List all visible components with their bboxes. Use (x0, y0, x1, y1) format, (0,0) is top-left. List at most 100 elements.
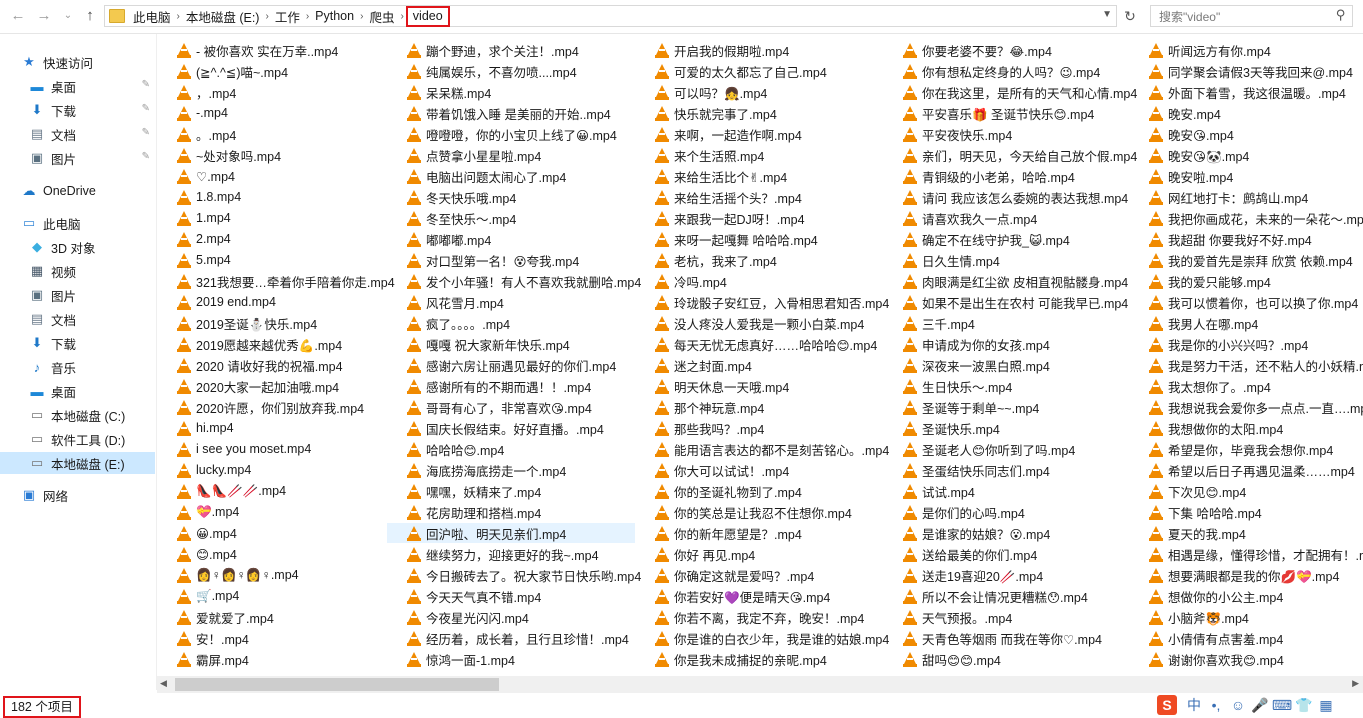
emoji-icon[interactable]: ☺ (1227, 697, 1249, 713)
file-item[interactable]: ♡.mp4 (157, 166, 387, 186)
file-item[interactable]: 惊鸿一面-1.mp4 (387, 649, 635, 669)
file-item[interactable]: 2019圣诞⛄快乐.mp4 (157, 313, 387, 333)
file-item[interactable]: 那些我吗？.mp4 (635, 418, 883, 438)
file-item[interactable]: 夏天的我.mp4 (1129, 523, 1363, 543)
breadcrumb-item[interactable]: 此电脑 (129, 7, 175, 26)
breadcrumb-item[interactable]: 工作 (271, 7, 304, 26)
file-item[interactable]: 同学聚会请假3天等我回来@.mp4 (1129, 61, 1363, 81)
breadcrumb-item[interactable]: 本地磁盘 (E:) (182, 7, 264, 26)
file-item[interactable]: 对口型第一名！😵夸我.mp4 (387, 250, 635, 270)
file-item[interactable]: 三千.mp4 (883, 313, 1129, 333)
file-item[interactable]: 甜吗😊😊.mp4 (883, 649, 1129, 669)
file-item[interactable]: 我是努力干活，还不粘人的小妖精.mp4 (1129, 355, 1363, 375)
recent-dropdown-icon[interactable]: ⌄ (58, 6, 78, 26)
file-item[interactable]: 纯属娱乐，不喜勿喷....mp4 (387, 61, 635, 81)
file-item[interactable]: 深夜来一波黑白照.mp4 (883, 355, 1129, 375)
file-item[interactable]: -.mp4 (157, 103, 387, 123)
chevron-right-icon[interactable]: › (304, 11, 311, 22)
ime-language-toggle[interactable]: 中 (1183, 695, 1205, 715)
file-item[interactable]: 请喜欢我久一点.mp4 (883, 208, 1129, 228)
file-item[interactable]: hi.mp4 (157, 418, 387, 438)
file-item[interactable]: 回沪啦、明天见亲们.mp4 (387, 523, 635, 543)
file-item[interactable]: 风花雪月.mp4 (387, 292, 635, 312)
nav-item[interactable]: ⬇ 下载 (0, 332, 155, 354)
file-item[interactable]: 嘎嘎 祝大家新年快乐.mp4 (387, 334, 635, 354)
ime-punctuation-toggle[interactable]: •, (1205, 697, 1227, 713)
file-item[interactable]: 你的新年愿望是？.mp4 (635, 523, 883, 543)
file-item[interactable]: 你确定这就是爱吗？.mp4 (635, 565, 883, 585)
nav-item[interactable]: ☁ OneDrive (0, 180, 155, 202)
file-item[interactable]: 2020大家一起加油哦.mp4 (157, 376, 387, 396)
file-item[interactable]: 我是你的小兴兴吗？.mp4 (1129, 334, 1363, 354)
file-item[interactable]: 我把你画成花，未来的一朵花～.mp4 (1129, 208, 1363, 228)
file-item[interactable]: 海底捞海底捞走一个.mp4 (387, 460, 635, 480)
file-item[interactable]: 我男人在哪.mp4 (1129, 313, 1363, 333)
file-item[interactable]: 来个生活照.mp4 (635, 145, 883, 165)
file-item[interactable]: 嘟嘟嘟.mp4 (387, 229, 635, 249)
nav-item[interactable]: ▦ 视频 (0, 260, 155, 282)
file-item[interactable]: 噔噔噔，你的小宝贝上线了😀.mp4 (387, 124, 635, 144)
nav-item[interactable]: ▭ 本地磁盘 (E:) (0, 452, 155, 474)
file-item[interactable]: 快乐就完事了.mp4 (635, 103, 883, 123)
file-item[interactable]: 今天天气真不错.mp4 (387, 586, 635, 606)
nav-item[interactable]: ▭ 本地磁盘 (C:) (0, 404, 155, 426)
file-item[interactable]: 我想做你的太阳.mp4 (1129, 418, 1363, 438)
scrollbar-thumb[interactable] (175, 678, 499, 691)
file-item[interactable]: 小脑斧🐯.mp4 (1129, 607, 1363, 627)
file-item[interactable]: 平安喜乐🎁 圣诞节快乐😊.mp4 (883, 103, 1129, 123)
file-item[interactable]: 我的爱只能够.mp4 (1129, 271, 1363, 291)
file-item[interactable]: 所以不会让情况更糟糕😯.mp4 (883, 586, 1129, 606)
file-item[interactable]: ~处对象吗.mp4 (157, 145, 387, 165)
file-item[interactable]: 哥哥有心了，非常喜欢😘.mp4 (387, 397, 635, 417)
file-item[interactable]: 请问 我应该怎么委婉的表达我想.mp4 (883, 187, 1129, 207)
file-item[interactable]: 我太想你了。.mp4 (1129, 376, 1363, 396)
file-item[interactable]: 明天休息一天哦.mp4 (635, 376, 883, 396)
file-item[interactable]: 你好 再见.mp4 (635, 544, 883, 564)
file-item[interactable]: 感谢六房让丽遇见最好的你们.mp4 (387, 355, 635, 375)
forward-arrow-icon[interactable]: → (34, 6, 54, 26)
file-item[interactable]: 。.mp4 (157, 124, 387, 144)
file-item[interactable]: 能用语言表达的都不是刻苦铭心。.mp4 (635, 439, 889, 459)
file-item[interactable]: 青铜级的小老弟，哈哈.mp4 (883, 166, 1129, 186)
file-item[interactable]: 冬至快乐～.mp4 (387, 208, 635, 228)
file-item[interactable]: 来呀一起嘎舞 哈哈哈.mp4 (635, 229, 883, 249)
file-item[interactable]: lucky.mp4 (157, 460, 387, 480)
file-item[interactable]: 花房助理和搭档.mp4 (387, 502, 635, 522)
search-icon[interactable]: ⚲ (1336, 7, 1346, 23)
file-item[interactable]: 我可以惯着你，也可以换了你.mp4 (1129, 292, 1363, 312)
nav-item[interactable]: ▬ 桌面 ✎ (0, 75, 155, 97)
microphone-icon[interactable]: 🎤 (1249, 697, 1271, 714)
file-item[interactable]: 霸屏.mp4 (157, 649, 387, 669)
chevron-right-icon[interactable]: › (398, 11, 405, 22)
file-item[interactable]: 听闻远方有你.mp4 (1129, 40, 1363, 60)
file-item[interactable]: 你有想私定终身的人吗？😉.mp4 (883, 61, 1129, 81)
file-item[interactable]: 那个神玩意.mp4 (635, 397, 883, 417)
sogou-logo-icon[interactable]: S (1157, 695, 1177, 715)
file-item[interactable]: 圣蛋结快乐同志们.mp4 (883, 460, 1129, 480)
file-item[interactable]: 你是谁的白衣少年，我是谁的姑娘.mp4 (635, 628, 889, 648)
file-item[interactable]: 送给最美的你们.mp4 (883, 544, 1129, 564)
file-item[interactable]: 电脑出问题太闹心了.mp4 (387, 166, 635, 186)
file-item[interactable]: 没人疼没人爱我是一颗小白菜.mp4 (635, 313, 883, 333)
address-bar[interactable]: 此电脑 › 本地磁盘 (E:) › 工作 › Python › 爬虫 › video ▼ (104, 5, 1117, 27)
file-item[interactable]: 来啊，一起造作啊.mp4 (635, 124, 883, 144)
file-item[interactable]: 5.mp4 (157, 250, 387, 270)
file-item[interactable]: - 被你喜欢 实在万幸..mp4 (157, 40, 387, 60)
file-item[interactable]: 蹦个野迪，求个关注！.mp4 (387, 40, 635, 60)
file-item[interactable]: 1.8.mp4 (157, 187, 387, 207)
file-item[interactable]: 小倩倩有点害羞.mp4 (1129, 628, 1363, 648)
skin-icon[interactable]: ▦ (1315, 697, 1337, 714)
horizontal-scrollbar[interactable]: ◀ ▶ (157, 676, 1363, 693)
breadcrumb-current[interactable]: video (405, 5, 450, 27)
file-item[interactable]: 我的爱首先是崇拜 欣赏 依赖.mp4 (1129, 250, 1363, 270)
file-item[interactable]: 😊.mp4 (157, 544, 387, 564)
nav-item[interactable]: ▣ 图片 ✎ (0, 147, 155, 169)
file-item[interactable]: 生日快乐～.mp4 (883, 376, 1129, 396)
file-item[interactable]: 来给生活摇个头？.mp4 (635, 187, 883, 207)
file-item[interactable]: i see you moset.mp4 (157, 439, 387, 459)
file-item[interactable]: 希望是你，毕竟我会想你.mp4 (1129, 439, 1363, 459)
file-list[interactable]: - 被你喜欢 实在万幸..mp4 (≧^.^≦)喵~.mp4 ，.mp4 -.mp4 。… (157, 40, 1363, 673)
file-item[interactable]: 💝.mp4 (157, 502, 387, 522)
file-item[interactable]: 你要老婆不要？😂.mp4 (883, 40, 1129, 60)
file-item[interactable]: 点赞拿小星星啦.mp4 (387, 145, 635, 165)
